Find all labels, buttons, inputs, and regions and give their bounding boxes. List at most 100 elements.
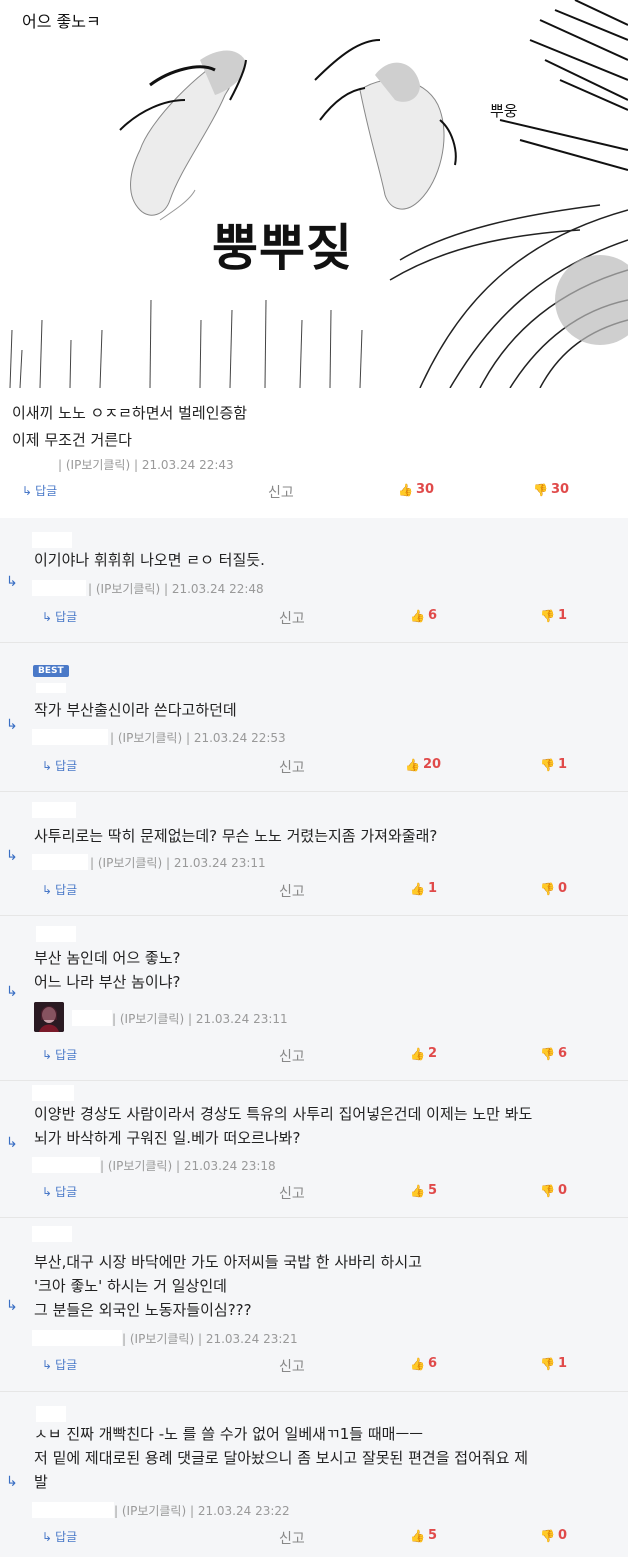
comment-item: ↳ 이기야나 휘휘휘 나오면 ㄹㅇ 터질듯. | (IP보기클릭) | 21.0… [0, 518, 628, 643]
thumbs-up-icon: 👍 [398, 482, 413, 497]
post-text-line: 이새끼 노노 ㅇㅈㄹ하면서 벌레인증함 [12, 404, 248, 422]
comment-meta: | (IP보기클릭) | 21.03.24 23:22 [114, 1504, 290, 1518]
thumbs-up-icon: 👍 [410, 1528, 425, 1543]
report-button[interactable]: 신고 [279, 881, 305, 901]
comment-meta: | (IP보기클릭) | 21.03.24 22:53 [110, 731, 286, 745]
reply-button[interactable]: ↳ 답글 [42, 1356, 77, 1373]
upvote-button[interactable]: 👍 5 [410, 1528, 437, 1543]
report-button[interactable]: 신고 [279, 1528, 305, 1548]
downvote-button[interactable]: 👎 1 [540, 608, 567, 623]
downvote-button[interactable]: 👎 0 [540, 1528, 567, 1543]
avatar-image [34, 1002, 64, 1032]
comment-actions: ↳ 답글 신고 👍 5 👎 0 [0, 1183, 628, 1203]
reply-button[interactable]: ↳ 답글 [42, 608, 77, 625]
comment-meta: | (IP보기클릭) | 21.03.24 23:11 [90, 856, 266, 870]
reply-button[interactable]: ↳ 답글 [42, 1528, 77, 1545]
reply-indent-icon: ↳ [6, 1298, 18, 1314]
reply-button[interactable]: ↳ 답글 [22, 482, 57, 499]
best-badge: BEST [33, 665, 69, 677]
upvote-button[interactable]: 👍 1 [410, 881, 437, 896]
reply-button[interactable]: ↳ 답글 [42, 881, 77, 898]
comment-text: 이양반 경상도 사람이라서 경상도 특유의 사투리 집어넣은건데 이제는 노만 … [34, 1105, 533, 1147]
manga-sfx-top: 어으 좋노ㅋ [22, 12, 101, 31]
comment-text: ㅅㅂ 진짜 개빡친다 -노 를 쓸 수가 없어 일베새ㄲ1들 때매ㅡㅡ 저 밑에… [34, 1425, 529, 1491]
thumbs-up-icon: 👍 [405, 757, 420, 772]
upvote-button[interactable]: 👍 6 [410, 608, 437, 623]
reply-arrow-icon: ↳ [42, 1357, 53, 1372]
comment-actions: ↳ 답글 신고 👍 5 👎 0 [0, 1528, 628, 1548]
reply-arrow-icon: ↳ [42, 1184, 53, 1199]
comment-meta: | (IP보기클릭) | 21.03.24 23:21 [122, 1332, 298, 1346]
comment-meta: | (IP보기클릭) | 21.03.24 22:48 [88, 582, 264, 596]
comment-item: BEST ↳ 작가 부산출신이라 쓴다고하던데 | (IP보기클릭) | 21.… [0, 643, 628, 792]
downvote-button[interactable]: 👎 1 [540, 1356, 567, 1371]
thumbs-down-icon: 👎 [540, 757, 555, 772]
reply-indent-icon: ↳ [6, 984, 18, 1000]
upvote-button[interactable]: 👍 2 [410, 1046, 437, 1061]
thumbs-up-icon: 👍 [410, 608, 425, 623]
reply-button[interactable]: ↳ 답글 [42, 757, 77, 774]
downvote-button[interactable]: 👎 0 [540, 1183, 567, 1198]
manga-sfx-big: 뿡뿌짖 [212, 219, 353, 277]
upvote-button[interactable]: 👍 5 [410, 1183, 437, 1198]
post-text: 이새끼 노노 ㅇㅈㄹ하면서 벌레인증함 이제 무조건 거른다 [12, 400, 247, 454]
comment-item: ↳ ㅅㅂ 진짜 개빡친다 -노 를 쓸 수가 없어 일베새ㄲ1들 때매ㅡㅡ 저 … [0, 1392, 628, 1557]
thumbs-down-icon: 👎 [533, 482, 548, 497]
report-button[interactable]: 신고 [279, 1183, 305, 1203]
upvote-button[interactable]: 👍 6 [410, 1356, 437, 1371]
comment-text: 부산 놈인데 어으 좋노? 어느 나라 부산 놈이냐? [34, 949, 181, 991]
comment-actions: ↳ 답글 신고 👍 6 👎 1 [0, 608, 628, 628]
comment-meta: | (IP보기클릭) | 21.03.24 23:18 [100, 1159, 276, 1173]
comment-actions: ↳ 답글 신고 👍 6 👎 1 [0, 1356, 628, 1376]
post-meta: | (IP보기클릭) | 21.03.24 22:43 [30, 456, 234, 473]
comment-text: 이기야나 휘휘휘 나오면 ㄹㅇ 터질듯. [34, 551, 265, 569]
manga-artwork [9, 0, 628, 388]
reply-indent-icon: ↳ [6, 1474, 18, 1490]
report-button[interactable]: 신고 [279, 1046, 305, 1066]
comment-item: ↳ 이양반 경상도 사람이라서 경상도 특유의 사투리 집어넣은건데 이제는 노… [0, 1081, 628, 1218]
thumbs-down-icon: 👎 [540, 608, 555, 623]
reply-indent-icon: ↳ [6, 848, 18, 864]
avatar[interactable] [34, 1002, 64, 1032]
comment-meta: | (IP보기클릭) | 21.03.24 23:11 [112, 1012, 288, 1026]
downvote-button[interactable]: 👎 30 [533, 482, 569, 497]
downvote-button[interactable]: 👎 1 [540, 757, 567, 772]
comment-text: 부산,대구 시장 바닥에만 가도 아저씨들 국밥 한 사바리 하시고 '크아 좋… [34, 1253, 422, 1319]
report-button[interactable]: 신고 [279, 757, 305, 777]
comment-actions: ↳ 답글 신고 👍 20 👎 1 [0, 757, 628, 777]
comment-item: ↳ 부산,대구 시장 바닥에만 가도 아저씨들 국밥 한 사바리 하시고 '크아… [0, 1218, 628, 1392]
reply-arrow-icon: ↳ [42, 882, 53, 897]
reply-button[interactable]: ↳ 답글 [42, 1046, 77, 1063]
upvote-button[interactable]: 👍 30 [398, 482, 434, 497]
post-text-line: 이제 무조건 거른다 [12, 431, 132, 449]
reply-button[interactable]: ↳ 답글 [42, 1183, 77, 1200]
post-actions: ↳ 답글 신고 👍 30 👎 30 [0, 482, 628, 502]
comment-text: 작가 부산출신이라 쓴다고하던데 [34, 701, 237, 719]
thumbs-up-icon: 👍 [410, 1356, 425, 1371]
thumbs-down-icon: 👎 [540, 1528, 555, 1543]
report-button[interactable]: 신고 [268, 482, 294, 502]
thumbs-down-icon: 👎 [540, 881, 555, 896]
comment-item: ↳ 사투리로는 딱히 문제없는데? 무슨 노노 거렸는지좀 가져와줄래? | (… [0, 792, 628, 916]
thumbs-up-icon: 👍 [410, 1046, 425, 1061]
report-button[interactable]: 신고 [279, 608, 305, 628]
reply-arrow-icon: ↳ [22, 483, 33, 498]
manga-sfx-side: 뿌웅 [490, 102, 518, 120]
thumbs-down-icon: 👎 [540, 1046, 555, 1061]
manga-image: 어으 좋노ㅋ 뿌웅 뿡뿌짖 [0, 0, 628, 388]
report-button[interactable]: 신고 [279, 1356, 305, 1376]
thumbs-up-icon: 👍 [410, 1183, 425, 1198]
reply-indent-icon: ↳ [6, 1135, 18, 1151]
thumbs-down-icon: 👎 [540, 1356, 555, 1371]
reply-arrow-icon: ↳ [42, 609, 53, 624]
thumbs-down-icon: 👎 [540, 1183, 555, 1198]
downvote-button[interactable]: 👎 6 [540, 1046, 567, 1061]
upvote-button[interactable]: 👍 20 [405, 757, 441, 772]
comment-actions: ↳ 답글 신고 👍 2 👎 6 [0, 1046, 628, 1066]
comment-text: 사투리로는 딱히 문제없는데? 무슨 노노 거렸는지좀 가져와줄래? [34, 827, 438, 845]
thumbs-up-icon: 👍 [410, 881, 425, 896]
downvote-button[interactable]: 👎 0 [540, 881, 567, 896]
reply-arrow-icon: ↳ [42, 758, 53, 773]
reply-arrow-icon: ↳ [42, 1047, 53, 1062]
post-body: 이새끼 노노 ㅇㅈㄹ하면서 벌레인증함 이제 무조건 거른다 | (IP보기클릭… [0, 388, 628, 519]
